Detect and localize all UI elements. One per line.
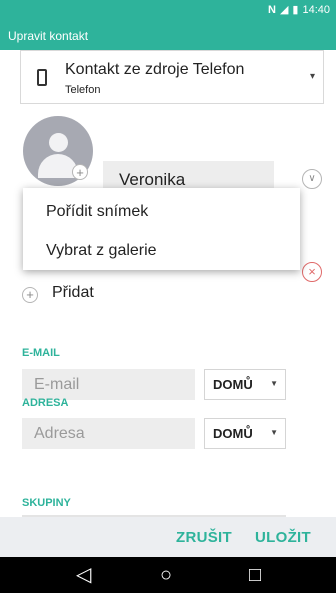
remove-field-button[interactable]: ×	[302, 262, 322, 282]
close-icon: ×	[308, 264, 316, 279]
dropdown-arrow-icon: ▾	[309, 71, 315, 82]
email-placeholder: E-mail	[34, 376, 80, 393]
status-bar: N ◢ ▮ 14:40	[0, 0, 336, 22]
cancel-button[interactable]: ZRUŠIT	[176, 529, 232, 546]
menu-item-take-photo[interactable]: Pořídit snímek	[46, 203, 148, 221]
address-type-label: DOMŮ	[213, 426, 253, 441]
chevron-down-icon: ∨	[308, 173, 316, 184]
email-type-label: DOMŮ	[213, 377, 253, 392]
nfc-icon: N	[267, 3, 276, 16]
groups-section-label: SKUPINY	[22, 497, 71, 509]
battery-icon: ▮	[292, 4, 299, 16]
email-section-label: E-MAIL	[22, 347, 60, 359]
account-title: Kontakt ze zdroje Telefon	[65, 61, 245, 78]
dropdown-arrow-icon: ▼	[270, 379, 278, 388]
app-bar: Upravit kontakt	[0, 22, 336, 50]
email-type-select[interactable]: DOMŮ ▼	[204, 369, 286, 400]
photo-options-menu: Pořídit snímek Vybrat z galerie	[23, 188, 300, 270]
signal-icon: ◢	[279, 4, 289, 16]
status-indicators: N ◢ ▮ 14:40	[267, 3, 330, 17]
phone-icon	[37, 69, 47, 86]
address-placeholder: Adresa	[34, 425, 85, 442]
address-section-label: ADRESA	[22, 397, 69, 409]
address-field[interactable]: Adresa	[22, 418, 195, 449]
back-icon[interactable]: ◁	[76, 563, 91, 587]
home-icon[interactable]: ○	[160, 563, 172, 587]
address-type-select[interactable]: DOMŮ ▼	[204, 418, 286, 449]
add-photo-icon[interactable]: +	[72, 164, 88, 180]
navigation-bar: ◁ ○ □	[0, 557, 336, 593]
add-label: Přidat	[52, 284, 94, 301]
expand-name-button[interactable]: ∨	[302, 169, 322, 189]
page-title: Upravit kontakt	[8, 29, 89, 43]
person-head-icon	[49, 133, 68, 152]
status-time: 14:40	[302, 3, 330, 16]
account-selector[interactable]: Kontakt ze zdroje Telefon Telefon ▾	[20, 50, 324, 104]
action-bar: ZRUŠIT ULOŽIT	[0, 517, 336, 557]
recents-icon[interactable]: □	[249, 563, 261, 587]
account-subtitle: Telefon	[65, 84, 101, 96]
save-button[interactable]: ULOŽIT	[255, 529, 311, 546]
menu-item-choose-gallery[interactable]: Vybrat z galerie	[46, 242, 157, 260]
name-value: Veronika	[119, 170, 186, 189]
dropdown-arrow-icon: ▼	[270, 428, 278, 437]
email-field[interactable]: E-mail	[22, 369, 195, 400]
add-icon: +	[22, 287, 38, 303]
